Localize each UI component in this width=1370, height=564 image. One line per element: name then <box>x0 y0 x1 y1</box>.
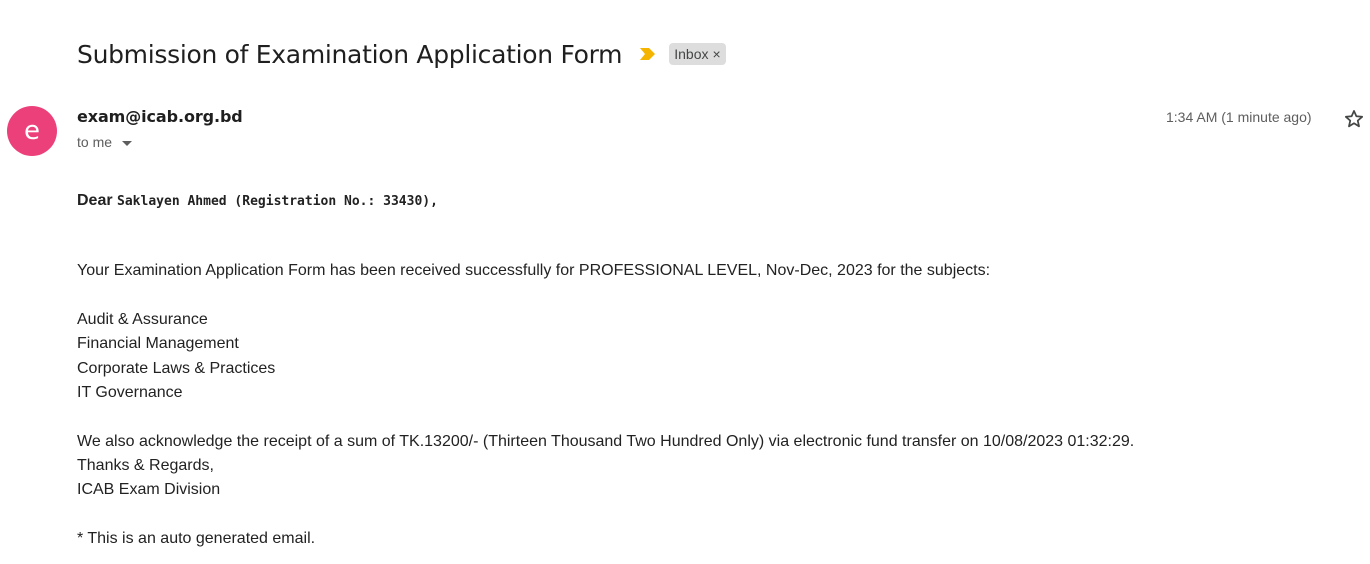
inbox-label-text: Inbox <box>674 45 709 62</box>
greeting-word: Dear <box>77 192 113 209</box>
signature: ICAB Exam Division <box>77 481 221 498</box>
email-subject-row: Submission of Examination Application Fo… <box>77 34 726 74</box>
sender-avatar[interactable]: e <box>7 106 57 156</box>
subject-item: Audit & Assurance <box>77 311 208 328</box>
payment-acknowledgement: We also acknowledge the receipt of a sum… <box>77 433 1135 450</box>
greeting-recipient-name: Saklayen Ahmed (Registration No.: 33430)… <box>117 194 438 209</box>
star-icon[interactable] <box>1343 108 1365 130</box>
message-timestamp: 1:34 AM (1 minute ago) <box>1166 109 1312 125</box>
greeting-line: Dear Saklayen Ahmed (Registration No.: 3… <box>77 191 438 212</box>
sender-address[interactable]: exam@icab.org.bd <box>77 107 243 126</box>
auto-generated-note: * This is an auto generated email. <box>77 530 316 547</box>
subject-item: IT Governance <box>77 384 183 401</box>
chevron-down-icon <box>122 140 133 146</box>
recipient-label: to me <box>77 134 113 150</box>
email-subject: Submission of Examination Application Fo… <box>77 39 623 69</box>
subject-item: Corporate Laws & Practices <box>77 360 276 377</box>
closing-thanks: Thanks & Regards, <box>77 457 214 474</box>
remove-label-icon[interactable]: × <box>712 47 720 61</box>
subject-item: Financial Management <box>77 335 239 352</box>
intro-paragraph: Your Examination Application Form has be… <box>77 262 991 279</box>
avatar-initial: e <box>24 116 40 146</box>
important-marker-icon[interactable] <box>639 46 657 62</box>
recipient-details-toggle[interactable]: to me <box>77 134 133 150</box>
inbox-label-chip[interactable]: Inbox × <box>669 43 726 65</box>
